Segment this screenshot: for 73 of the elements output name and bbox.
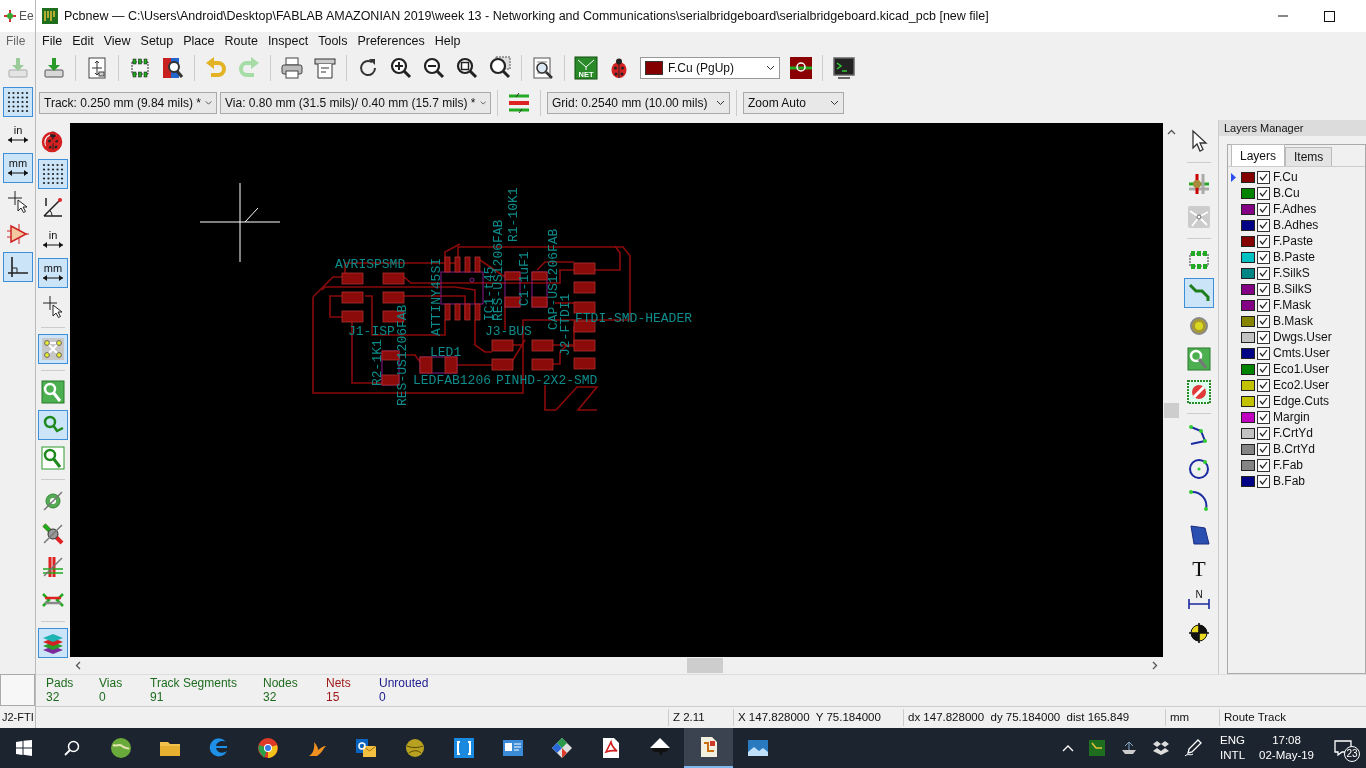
stat-label: Pads [46,676,75,690]
cursor-position: X 147.828000 Y 75.184000 [738,710,881,723]
menu-item[interactable]: Place [178,31,220,51]
layer-name[interactable]: F.Mask [1273,296,1311,314]
stat-value: 32 [263,690,278,704]
layer-name[interactable]: Eco1.User [1273,360,1330,378]
grid-size-dropdown[interactable]: Grid: 0.2540 mm (10.00 mils) [547,92,730,114]
menu-item[interactable]: Preferences [352,31,430,51]
layer-name[interactable]: F.SilkS [1273,264,1310,282]
layer-name[interactable]: F.CrtYd [1273,424,1313,442]
stat-label: Vias [99,676,124,690]
clock-time[interactable]: 17:08 [1272,733,1301,748]
relative-position: dx 147.828000 dy 75.184000 dist 165.849 [908,710,1130,723]
silkscreen-label: LEDFAB1206 [413,373,491,388]
silkscreen-label: LED1 [430,345,462,360]
stat-label: Unrouted [379,676,430,690]
silkscreen-label: ATTINY45SI [429,258,444,336]
units-readout: mm [1170,710,1190,723]
layer-name[interactable]: Dwgs.User [1273,328,1332,346]
stat-label: Nodes [263,676,299,690]
layer-name[interactable]: B.Paste [1273,248,1316,266]
stat-value: 0 [99,690,107,704]
menu-item[interactable]: File [37,31,68,51]
layer-name[interactable]: Edge.Cuts [1273,392,1330,410]
menu-item[interactable]: Route [219,31,263,51]
panel-tab[interactable]: Layers [1231,144,1286,166]
window-title: Ee [19,8,34,25]
stat-label: Nets [326,676,352,690]
menu-item[interactable]: File [6,32,26,50]
layer-name[interactable]: F.Paste [1273,232,1314,250]
window-title: Pcbnew — C:\Users\Android\Desktop\FABLAB AMAZONIAN 2019\week 13 - Networking and Communications\serialbridgeboard\serialbridgeboard.kicad_pcb [new file] [64,7,989,25]
track-width-dropdown[interactable]: Track: 0.250 mm (9.84 mils) * [39,92,217,114]
menu-item[interactable]: Edit [67,31,99,51]
silkscreen-label: CAP-US1206FAB [546,228,561,330]
stat-value: 91 [150,690,165,704]
stat-value: 32 [46,690,61,704]
layer-name[interactable]: Eco2.User [1273,376,1330,394]
stat-value: 15 [326,690,341,704]
clock-date[interactable]: 02-May-19 [1259,748,1314,763]
layer-name[interactable]: B.Mask [1273,312,1313,330]
menu-item[interactable]: Help [429,31,466,51]
silkscreen-label: RES-US1206FAB [395,304,410,406]
menu-item[interactable]: Tools [313,31,353,51]
menu-item[interactable]: View [98,31,136,51]
layer-name[interactable]: B.SilkS [1273,280,1312,298]
zoom-readout: Z 2.11 [673,710,705,723]
zoom-dropdown[interactable]: Zoom Auto [743,92,844,114]
status-text: J2-FTI [2,709,34,725]
layer-name[interactable]: B.Adhes [1273,216,1319,234]
silkscreen-label: R2-1K1 [370,339,385,386]
layer-name[interactable]: B.Fab [1273,472,1305,490]
layer-dropdown[interactable]: F.Cu (PgUp) [640,57,780,79]
current-tool: Route Track [1224,710,1286,723]
layer-name[interactable]: F.Adhes [1273,200,1317,218]
keyboard-layout[interactable]: INTL [1220,748,1246,763]
layer-name[interactable]: Margin [1273,408,1310,426]
via-size-dropdown[interactable]: Via: 0.80 mm (31.5 mils)/ 0.40 mm (15.7 mils) * [220,92,491,114]
silkscreen-label: R1-10K1 [506,187,521,242]
input-language[interactable]: ENG [1220,733,1246,748]
layer-name[interactable]: B.CrtYd [1273,440,1315,458]
layer-name[interactable]: B.Cu [1273,184,1300,202]
silkscreen-label: C1-1uF1 [517,251,532,306]
layer-name[interactable]: F.Cu [1273,168,1298,186]
panel-title: Layers Manager [1224,120,1304,136]
menu-item[interactable]: Inspect [262,31,314,51]
notification-count: 23 [1344,746,1360,762]
layer-name[interactable]: Cmts.User [1273,344,1330,362]
stat-label: Track Segments [150,676,238,690]
menu-item[interactable]: Setup [135,31,179,51]
stat-value: 0 [379,690,387,704]
layer-name[interactable]: F.Fab [1273,456,1303,474]
panel-tab[interactable]: Items [1285,147,1333,166]
silkscreen-label: J2-FTDI1 [558,293,573,356]
